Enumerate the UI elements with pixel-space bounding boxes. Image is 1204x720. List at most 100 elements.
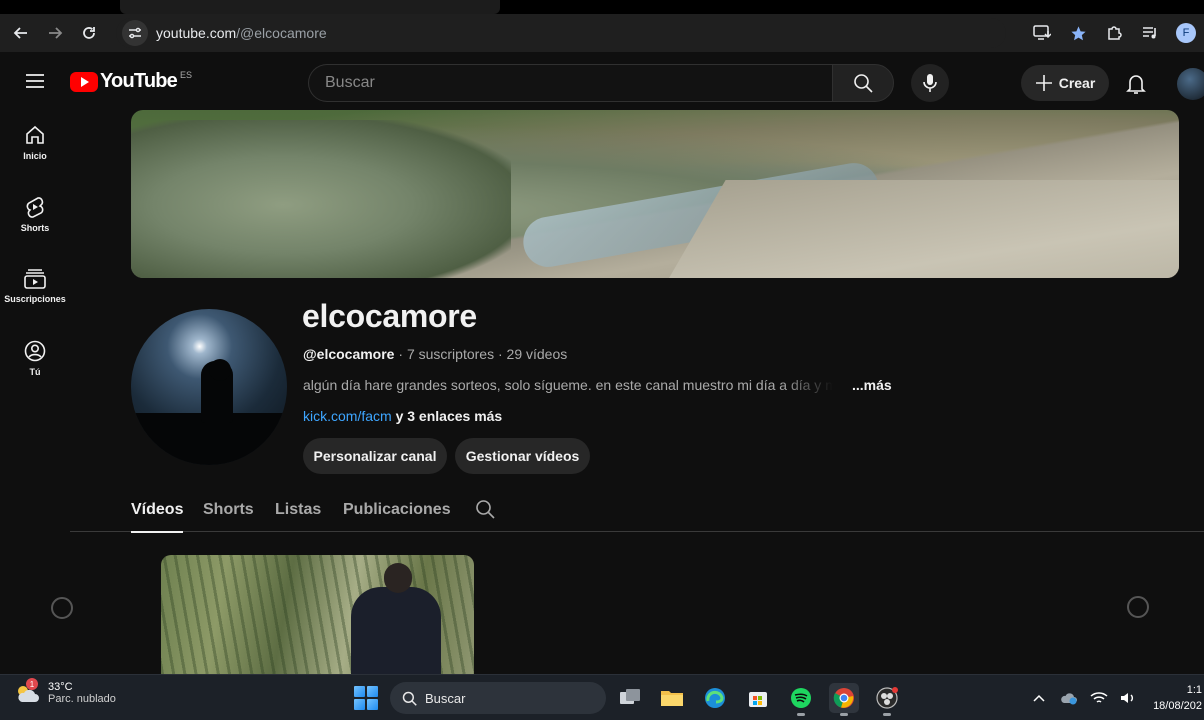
profile-button[interactable]: F [1168, 14, 1204, 52]
account-avatar[interactable] [1177, 68, 1204, 100]
guide-item-you[interactable]: Tú [0, 328, 70, 388]
description-more-button[interactable]: ...más [852, 377, 892, 393]
menu-icon [26, 74, 44, 88]
search-button[interactable] [832, 64, 894, 102]
obs-icon [876, 687, 898, 709]
windows-logo-tile [367, 699, 378, 710]
manage-videos-button[interactable]: Gestionar vídeos [455, 438, 590, 474]
more-links[interactable]: y 3 enlaces más [392, 408, 503, 424]
back-button[interactable] [4, 16, 38, 50]
guide-item-home[interactable]: Inicio [0, 112, 70, 172]
guide-label: Shorts [20, 222, 50, 233]
browser-tab-strip [0, 0, 1204, 14]
notifications-button[interactable] [1122, 70, 1150, 98]
thumbnail-person [351, 587, 441, 674]
channel-handle: @elcocamore [303, 346, 395, 362]
bookmark-button[interactable] [1060, 14, 1096, 52]
guide-label: Tú [29, 366, 41, 377]
taskbar-clock[interactable]: 1:1 18/08/202 [1144, 682, 1204, 714]
onedrive-button[interactable] [1054, 675, 1084, 720]
system-tray: 1:1 18/08/202 [1024, 675, 1204, 720]
channel-link[interactable]: kick.com/facm [303, 408, 392, 424]
search-icon [476, 500, 495, 519]
network-button[interactable] [1084, 675, 1114, 720]
taskbar-edge[interactable] [700, 683, 730, 713]
subscriber-count: 7 suscriptores [406, 346, 495, 362]
install-app-button[interactable] [1024, 14, 1060, 52]
guide-label: Suscripciones [4, 293, 66, 304]
loading-spinner-right [1127, 596, 1149, 618]
bell-icon [1126, 75, 1146, 94]
running-indicator [840, 713, 848, 716]
volume-button[interactable] [1114, 675, 1144, 720]
temperature: 33°C [48, 681, 73, 693]
weather-condition: Parc. nublado [48, 693, 116, 705]
youtube-play-icon [70, 71, 98, 92]
thumbnail-person-head [384, 563, 412, 593]
channel-avatar[interactable] [131, 309, 287, 465]
channel-banner [131, 110, 1179, 278]
arrow-right-icon [49, 27, 63, 39]
shorts-icon [26, 196, 44, 218]
reload-button[interactable] [72, 16, 106, 50]
taskbar-task-view[interactable] [615, 683, 645, 713]
voice-search-button[interactable] [911, 64, 949, 102]
media-controls-button[interactable] [1132, 14, 1168, 52]
tab-shorts[interactable]: Shorts [203, 488, 254, 532]
browser-tab[interactable] [120, 0, 500, 14]
microphone-icon [923, 74, 937, 92]
tab-posts[interactable]: Publicaciones [343, 488, 451, 532]
profile-avatar: F [1176, 23, 1196, 43]
weather-widget[interactable]: 1 33°C Parc. nublado [14, 678, 116, 705]
site-info-button[interactable] [122, 20, 148, 46]
windows-taskbar: 1 33°C Parc. nublado Buscar 1:1 18/08/20… [0, 674, 1204, 720]
tab-videos[interactable]: Vídeos [131, 488, 184, 533]
plus-icon [1035, 75, 1052, 91]
youtube-logo[interactable]: YouTube ES [70, 70, 192, 93]
create-label: Crear [1058, 75, 1096, 91]
create-button[interactable]: Crear [1021, 65, 1109, 101]
channel-description[interactable]: algún día hare grandes sorteos, solo síg… [303, 377, 833, 393]
taskbar-obs[interactable] [872, 683, 902, 716]
logo-text: YouTube [100, 70, 178, 92]
start-button[interactable] [354, 686, 378, 710]
address-bar[interactable]: youtube.com/@elcocamore [116, 18, 1006, 48]
weather-cloud-icon: 1 [14, 678, 40, 704]
wifi-icon [1090, 692, 1108, 703]
url-host: youtube.com [156, 25, 237, 41]
taskbar-file-explorer[interactable] [657, 683, 687, 713]
taskbar-store[interactable] [743, 683, 773, 713]
channel-links: kick.com/facm y 3 enlaces más [303, 408, 502, 424]
task-view-icon [620, 689, 640, 704]
taskbar-chrome[interactable] [829, 683, 859, 716]
country-code: ES [179, 69, 192, 80]
weather-badge: 1 [26, 678, 38, 690]
banner-road [656, 180, 1179, 278]
taskbar-spotify[interactable] [786, 683, 816, 716]
meta-separator: · [394, 346, 407, 362]
queue-music-icon [1143, 27, 1156, 39]
windows-logo-tile [354, 699, 365, 710]
customize-channel-button[interactable]: Personalizar canal [303, 438, 447, 474]
extensions-button[interactable] [1096, 14, 1132, 52]
show-hidden-icons-button[interactable] [1024, 675, 1054, 720]
channel-search-button[interactable] [475, 499, 497, 521]
taskbar-search[interactable]: Buscar [390, 682, 606, 714]
guide-menu-button[interactable] [20, 68, 50, 94]
search-icon [854, 74, 873, 93]
edge-icon [705, 688, 725, 708]
search-input[interactable] [308, 64, 832, 102]
tab-playlists[interactable]: Listas [275, 488, 321, 532]
forward-button[interactable] [38, 16, 72, 50]
guide-item-shorts[interactable]: Shorts [0, 184, 70, 244]
chevron-up-icon [1033, 694, 1045, 702]
guide-item-subscriptions[interactable]: Suscripciones [0, 256, 70, 316]
taskbar-search-label: Buscar [425, 690, 466, 706]
windows-logo-tile [367, 686, 378, 697]
spotify-icon [791, 688, 811, 708]
url-path: /@elcocamore [236, 25, 327, 41]
video-thumbnail[interactable] [161, 555, 474, 674]
browser-toolbar: youtube.com/@elcocamore F [0, 14, 1204, 52]
folder-icon [661, 691, 683, 706]
you-icon [24, 340, 46, 361]
